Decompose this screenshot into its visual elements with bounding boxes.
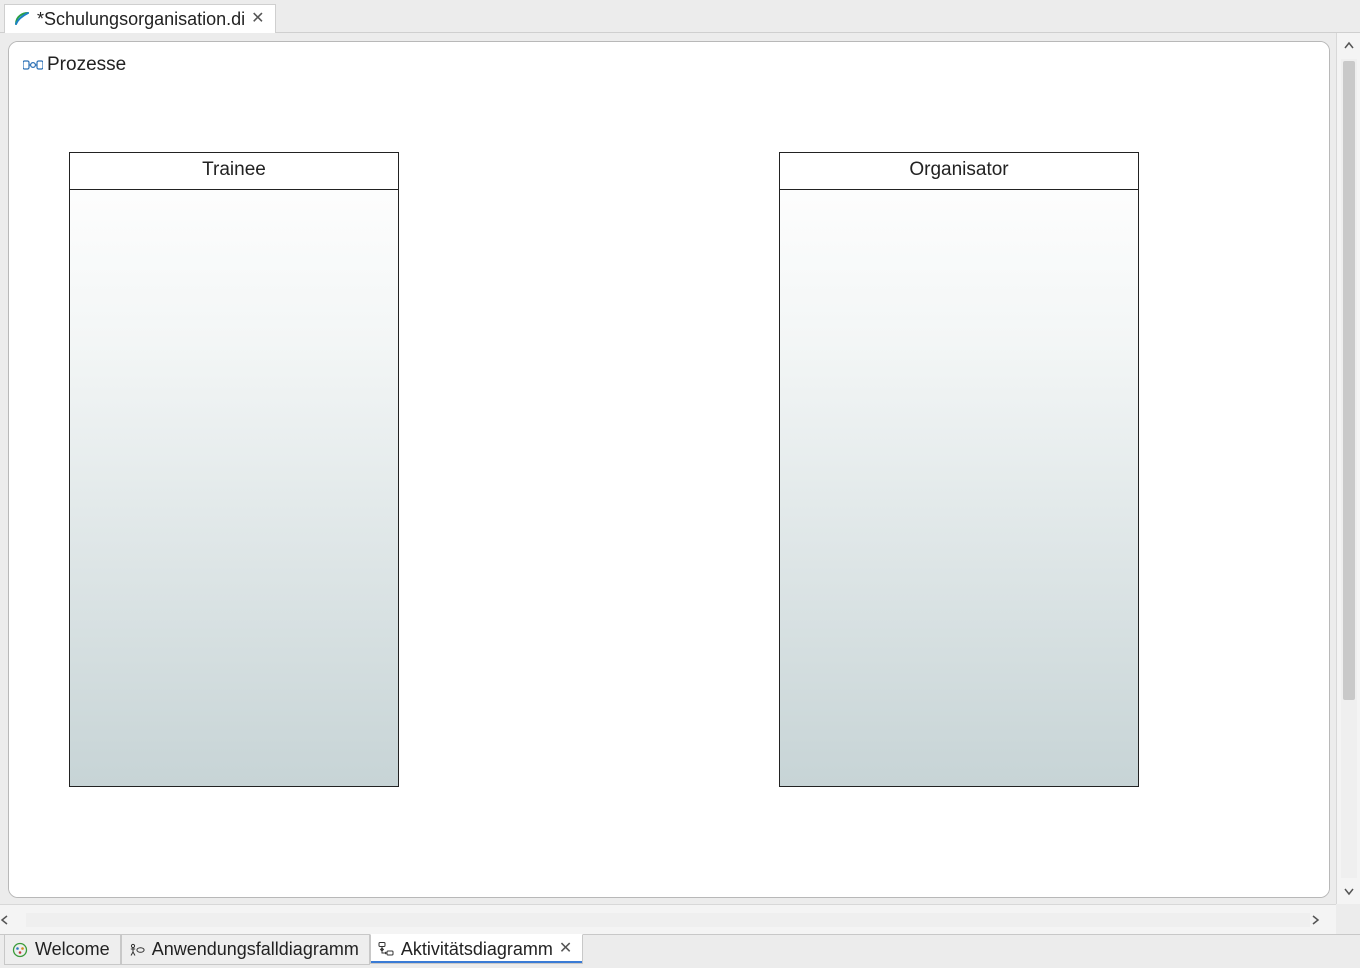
tab-usecase-diagram[interactable]: Anwendungsfalldiagramm [121,935,370,965]
diagram-title: Prozesse [23,54,126,76]
tab-welcome[interactable]: Welcome [4,935,121,965]
scroll-down-icon[interactable] [1337,878,1360,904]
file-tab[interactable]: *Schulungsorganisation.di ✕ [4,4,276,33]
diagram: Prozesse Trainee Organisator [9,42,1329,897]
close-icon[interactable]: ✕ [559,941,572,957]
file-tab-bar: *Schulungsorganisation.di ✕ [0,0,1360,33]
vertical-scrollbar[interactable] [1336,33,1360,904]
diagram-canvas[interactable]: Prozesse Trainee Organisator [8,41,1330,898]
scroll-up-icon[interactable] [1337,33,1360,59]
horizontal-scrollbar[interactable] [0,904,1336,934]
tab-label: Anwendungsfalldiagramm [152,939,359,960]
welcome-icon [11,941,29,959]
swimlane-organisator[interactable]: Organisator [779,152,1139,787]
scroll-thumb[interactable] [1343,61,1355,700]
scroll-right-icon[interactable] [1310,915,1336,925]
editor-area: Prozesse Trainee Organisator [0,33,1360,934]
app-root: *Schulungsorganisation.di ✕ [0,0,1360,968]
activity-icon [23,57,43,73]
tab-label: Aktivitätsdiagramm [401,939,553,960]
tab-label: Welcome [35,939,110,960]
file-tab-title: *Schulungsorganisation.di [37,9,245,30]
scroll-track[interactable] [26,913,1310,927]
swimlane-header: Trainee [70,153,398,190]
activity-diagram-icon [377,940,395,958]
tab-activity-diagram[interactable]: Aktivitätsdiagramm ✕ [370,934,583,964]
close-icon[interactable]: ✕ [251,11,264,27]
inner-tab-bar: Welcome Anwendungsfalldiagramm [0,934,1360,968]
swimlane-trainee[interactable]: Trainee [69,152,399,787]
scroll-left-icon[interactable] [0,915,26,925]
scroll-track[interactable] [1341,59,1357,878]
papyrus-file-icon [13,10,31,28]
diagram-title-text: Prozesse [47,54,126,76]
swimlane-header: Organisator [780,153,1138,190]
usecase-icon [128,941,146,959]
